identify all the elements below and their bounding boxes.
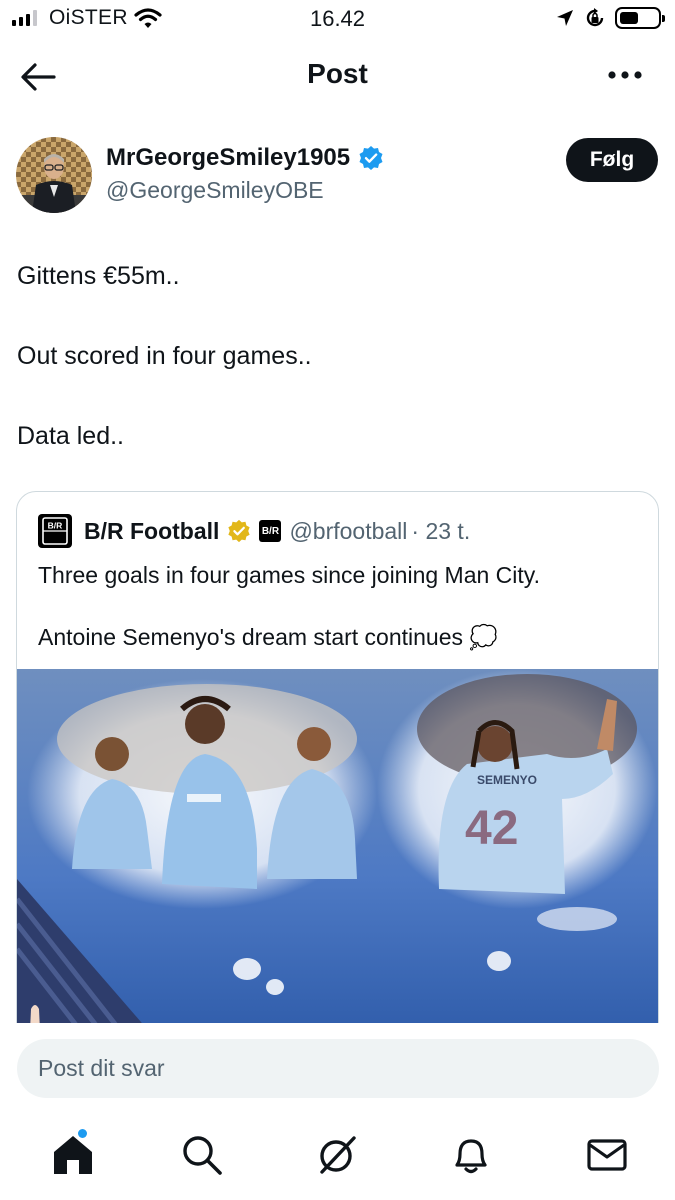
follow-button[interactable]: Følg bbox=[566, 138, 658, 182]
reply-input[interactable] bbox=[17, 1039, 659, 1098]
quoted-author-name[interactable]: B/R Football bbox=[84, 518, 219, 545]
author-name-row: MrGeorgeSmiley1905 bbox=[106, 144, 384, 172]
avatar[interactable] bbox=[16, 137, 92, 213]
post-line: Out scored in four games.. bbox=[17, 342, 312, 370]
quoted-line: Antoine Semenyo's dream start continues bbox=[38, 624, 464, 650]
post-line: Data led.. bbox=[17, 422, 125, 450]
br-logo-avatar[interactable]: B/R bbox=[38, 514, 72, 548]
battery-icon bbox=[615, 7, 665, 29]
nav-header: Post bbox=[0, 40, 675, 114]
location-arrow-icon bbox=[557, 10, 573, 26]
svg-text:B/R: B/R bbox=[48, 521, 63, 531]
svg-text:42: 42 bbox=[465, 802, 518, 855]
quoted-line: Three goals in four games since joining … bbox=[38, 562, 540, 588]
quoted-author-handle[interactable]: @brfootball bbox=[289, 518, 407, 545]
search-icon[interactable] bbox=[179, 1132, 225, 1178]
post-screen: OiSTER 16.42 Post MrGeorgeSmiley1905 @Ge… bbox=[0, 0, 675, 1200]
author-name[interactable]: MrGeorgeSmiley1905 bbox=[106, 144, 350, 172]
status-bar: OiSTER 16.42 bbox=[0, 0, 675, 40]
grok-icon[interactable] bbox=[314, 1132, 360, 1178]
mail-icon[interactable] bbox=[584, 1132, 630, 1178]
quoted-line-row: Antoine Semenyo's dream start continues … bbox=[38, 622, 638, 654]
quoted-post-card[interactable]: B/R B/R Football B/R @brfootball · 23 t.… bbox=[16, 491, 659, 1051]
svg-text:SEMENYO: SEMENYO bbox=[477, 773, 537, 787]
quoted-post-text: Three goals in four games since joining … bbox=[38, 560, 638, 685]
home-icon[interactable] bbox=[50, 1132, 96, 1178]
verified-badge-icon bbox=[359, 146, 383, 170]
home-unread-dot bbox=[78, 1129, 87, 1138]
author-handle[interactable]: @GeorgeSmileyOBE bbox=[106, 177, 324, 204]
more-dots-icon[interactable] bbox=[607, 70, 643, 80]
post-line: Gittens €55m.. bbox=[17, 262, 180, 290]
thought-bubble-emoji: 💭 bbox=[469, 625, 499, 651]
post-text: Gittens €55m.. Out scored in four games.… bbox=[17, 256, 657, 496]
page-title: Post bbox=[307, 58, 368, 89]
affiliate-badge-icon: B/R bbox=[259, 520, 282, 542]
rotation-lock-icon bbox=[586, 8, 604, 27]
quoted-post-time: · 23 t. bbox=[411, 517, 471, 544]
bell-icon[interactable] bbox=[448, 1132, 494, 1178]
status-right bbox=[555, 7, 665, 29]
gold-verified-badge-icon bbox=[228, 519, 251, 543]
quoted-post-header: B/R B/R Football B/R @brfootball · 23 t. bbox=[38, 514, 470, 548]
quoted-post-image[interactable]: SEMENYO 42 bbox=[17, 669, 658, 1050]
post-author: MrGeorgeSmiley1905 @GeorgeSmileyOBE Følg bbox=[14, 134, 664, 214]
